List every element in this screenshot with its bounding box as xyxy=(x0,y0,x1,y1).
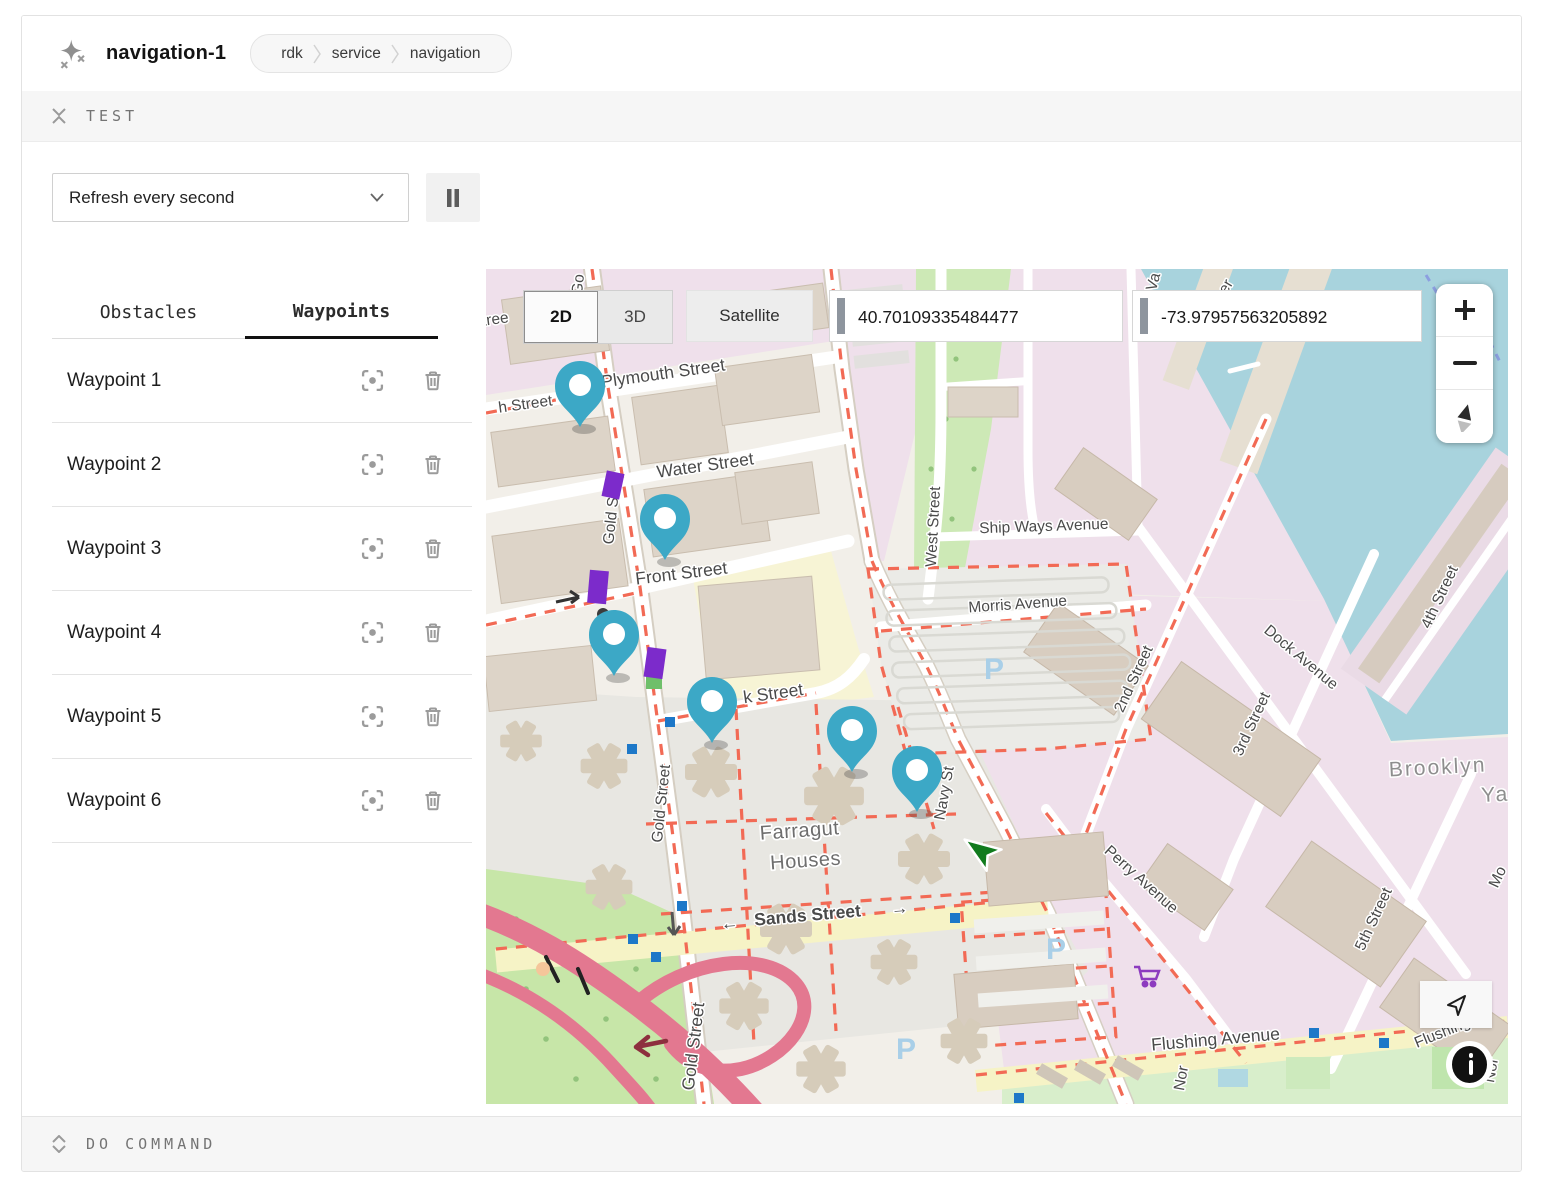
refresh-rate-select[interactable]: Refresh every second xyxy=(52,173,409,222)
info-icon xyxy=(1452,1046,1487,1083)
test-section-header[interactable]: TEST xyxy=(22,91,1521,142)
focus-waypoint-button[interactable] xyxy=(361,453,384,476)
focus-waypoint-button[interactable] xyxy=(361,369,384,392)
waypoint-row: Waypoint 2 xyxy=(52,423,472,507)
compass-icon xyxy=(1452,402,1478,432)
waypoint-label: Waypoint 3 xyxy=(67,538,361,560)
delete-waypoint-button[interactable] xyxy=(422,789,444,812)
latitude-input[interactable] xyxy=(856,291,1118,343)
pause-icon xyxy=(445,188,461,208)
test-section-label: TEST xyxy=(86,107,138,125)
focus-icon xyxy=(361,369,384,392)
delete-waypoint-button[interactable] xyxy=(422,705,444,728)
chevron-down-icon xyxy=(370,193,384,202)
breadcrumb-separator-icon xyxy=(313,39,322,69)
focus-waypoint-button[interactable] xyxy=(361,537,384,560)
navigation-service-icon xyxy=(58,39,88,69)
panel-card: navigation-1 rdk service navigation TEST… xyxy=(21,15,1522,1172)
satellite-toggle-button[interactable]: Satellite xyxy=(686,290,813,342)
map-2d-button[interactable]: 2D xyxy=(524,291,598,343)
longitude-field xyxy=(1132,290,1422,342)
delete-waypoint-button[interactable] xyxy=(422,537,444,560)
waypoint-row: Waypoint 4 xyxy=(52,591,472,675)
compass-button[interactable] xyxy=(1436,390,1493,443)
delete-waypoint-button[interactable] xyxy=(422,621,444,644)
waypoint-label: Waypoint 6 xyxy=(67,790,361,812)
focus-icon xyxy=(361,705,384,728)
waypoint-row: Waypoint 5 xyxy=(52,675,472,759)
map-dimension-toggle: 2D 3D xyxy=(523,290,673,344)
map-3d-button[interactable]: 3D xyxy=(598,291,672,343)
delete-waypoint-button[interactable] xyxy=(422,453,444,476)
recenter-button[interactable] xyxy=(1420,981,1492,1028)
waypoint-list: Waypoint 1 Waypoint 2 Waypoint 3 Waypoin… xyxy=(52,339,472,843)
breadcrumb-separator-icon xyxy=(391,39,400,69)
page-title: navigation-1 xyxy=(106,42,226,65)
waypoint-row: Waypoint 1 xyxy=(52,339,472,423)
focus-waypoint-button[interactable] xyxy=(361,705,384,728)
roundabout-icon xyxy=(536,962,550,976)
oneway-arrow-label: → xyxy=(890,897,909,918)
focus-waypoint-button[interactable] xyxy=(361,789,384,812)
longitude-input[interactable] xyxy=(1159,291,1417,343)
focus-icon xyxy=(361,789,384,812)
focus-icon xyxy=(361,453,384,476)
trash-icon xyxy=(422,705,444,728)
navigation-arrow-icon xyxy=(1443,992,1469,1018)
parking-icon: P xyxy=(984,653,1004,686)
waypoint-label: Waypoint 5 xyxy=(67,706,361,728)
do-command-label: DO COMMAND xyxy=(86,1135,216,1153)
delete-waypoint-button[interactable] xyxy=(422,369,444,392)
tab-obstacles[interactable]: Obstacles xyxy=(52,286,245,339)
waypoint-label: Waypoint 1 xyxy=(67,370,361,392)
breadcrumb-item[interactable]: rdk xyxy=(271,45,313,63)
focus-icon xyxy=(361,537,384,560)
marker-tabs: Obstacles Waypoints xyxy=(52,286,438,339)
tab-waypoints[interactable]: Waypoints xyxy=(245,286,438,339)
parking-icon: P xyxy=(1046,933,1066,966)
drag-handle xyxy=(1140,298,1148,334)
plus-icon xyxy=(1453,298,1477,322)
trash-icon xyxy=(422,369,444,392)
header: navigation-1 rdk service navigation xyxy=(22,16,1521,91)
focus-waypoint-button[interactable] xyxy=(361,621,384,644)
expand-icon xyxy=(51,1135,67,1153)
oneway-arrow-label: ← xyxy=(720,912,739,933)
trash-icon xyxy=(422,621,444,644)
drag-handle xyxy=(837,298,845,334)
zoom-in-button[interactable] xyxy=(1436,284,1493,337)
waypoint-row: Waypoint 6 xyxy=(52,759,472,843)
waypoint-label: Waypoint 4 xyxy=(67,622,361,644)
do-command-section-header[interactable]: DO COMMAND xyxy=(22,1116,1521,1171)
map-zoom-control xyxy=(1436,284,1493,443)
breadcrumb: rdk service navigation xyxy=(250,34,511,73)
collapse-icon xyxy=(51,107,67,125)
lot-rows xyxy=(974,910,1109,1007)
refresh-rate-value: Refresh every second xyxy=(69,188,370,208)
focus-icon xyxy=(361,621,384,644)
parking-icon: P xyxy=(896,1033,916,1066)
latitude-field xyxy=(829,290,1123,342)
zoom-out-button[interactable] xyxy=(1436,337,1493,390)
breadcrumb-item[interactable]: service xyxy=(322,45,391,63)
waypoint-row: Waypoint 3 xyxy=(52,507,472,591)
place-label-brooklyn-yard: Yar xyxy=(1481,782,1508,807)
map[interactable]: tree h Street Plymouth Street Water Stre… xyxy=(486,269,1508,1104)
map-canvas: tree h Street Plymouth Street Water Stre… xyxy=(486,269,1508,1104)
waypoint-label: Waypoint 2 xyxy=(67,454,361,476)
breadcrumb-item[interactable]: navigation xyxy=(400,45,491,63)
minus-icon xyxy=(1453,351,1477,375)
attribution-button[interactable] xyxy=(1446,1041,1493,1088)
trash-icon xyxy=(422,537,444,560)
pause-refresh-button[interactable] xyxy=(426,173,480,222)
trash-icon xyxy=(422,453,444,476)
trash-icon xyxy=(422,789,444,812)
